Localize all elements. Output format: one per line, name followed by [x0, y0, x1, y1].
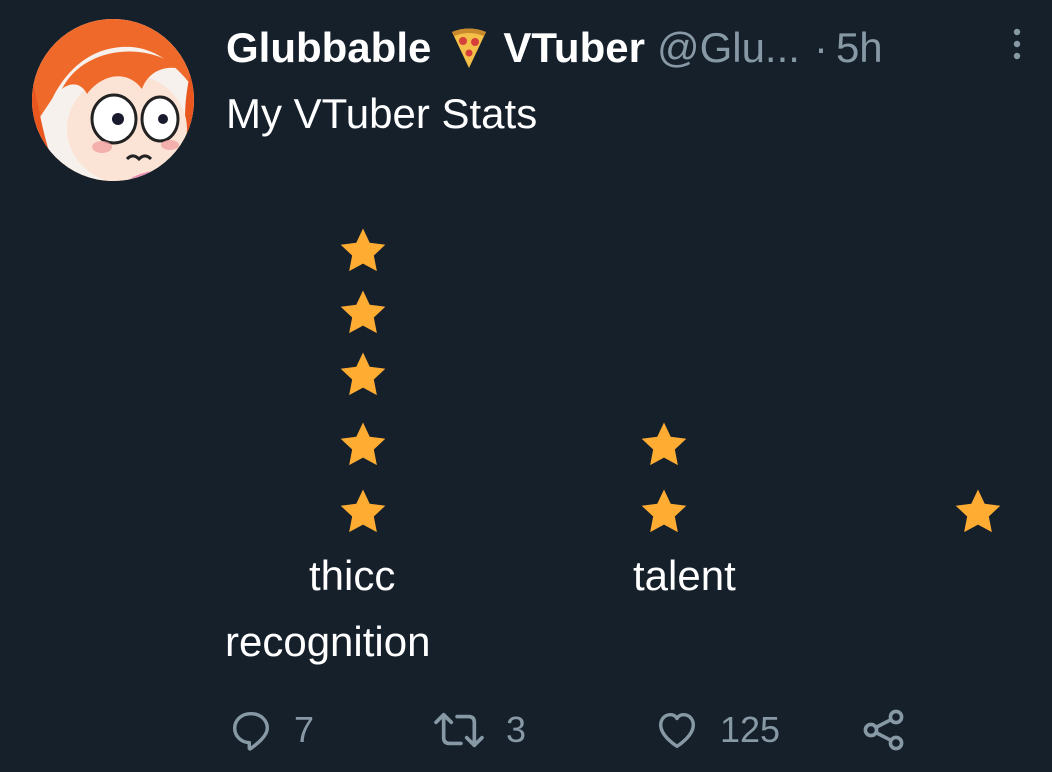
reply-count: 7 [294, 709, 315, 750]
share-icon [863, 709, 904, 751]
like-button[interactable]: 125 [654, 702, 780, 758]
stat-label-recognition: recognition [225, 618, 431, 665]
like-count: 125 [720, 709, 781, 750]
star-icon [337, 349, 389, 401]
star-icon [952, 486, 1004, 538]
stat-label-thicc: thicc [309, 552, 396, 599]
display-name-part2[interactable]: VTuber [503, 22, 645, 74]
reply-button[interactable]: 7 [228, 702, 314, 758]
retweet-icon [434, 712, 484, 748]
tweet-actions: 7 3 125 [228, 702, 928, 758]
pizza-icon [449, 26, 489, 70]
heart-icon [658, 712, 696, 749]
stat-label-talent: talent [633, 552, 736, 599]
display-name-part1[interactable]: Glubbable [226, 22, 431, 74]
star-icon [337, 486, 389, 538]
reply-icon [232, 711, 270, 751]
tweet-header: Glubbable VTuber @Glu... · 5h [226, 22, 1026, 74]
retweet-button[interactable]: 3 [432, 702, 526, 758]
star-icon [337, 225, 389, 277]
star-icon [638, 419, 690, 471]
tweet-text: My VTuber Stats [226, 90, 538, 137]
retweet-count: 3 [506, 709, 527, 750]
user-handle[interactable]: @Glu... [657, 22, 800, 74]
share-button[interactable] [860, 702, 908, 758]
avatar[interactable] [32, 19, 194, 181]
more-options-icon[interactable] [1008, 22, 1026, 66]
star-icon [638, 486, 690, 538]
star-icon [337, 419, 389, 471]
separator-dot: · [813, 24, 828, 71]
display-name[interactable]: Glubbable VTuber [226, 22, 645, 74]
tweet-timestamp[interactable]: 5h [836, 22, 883, 74]
star-icon [337, 287, 389, 339]
